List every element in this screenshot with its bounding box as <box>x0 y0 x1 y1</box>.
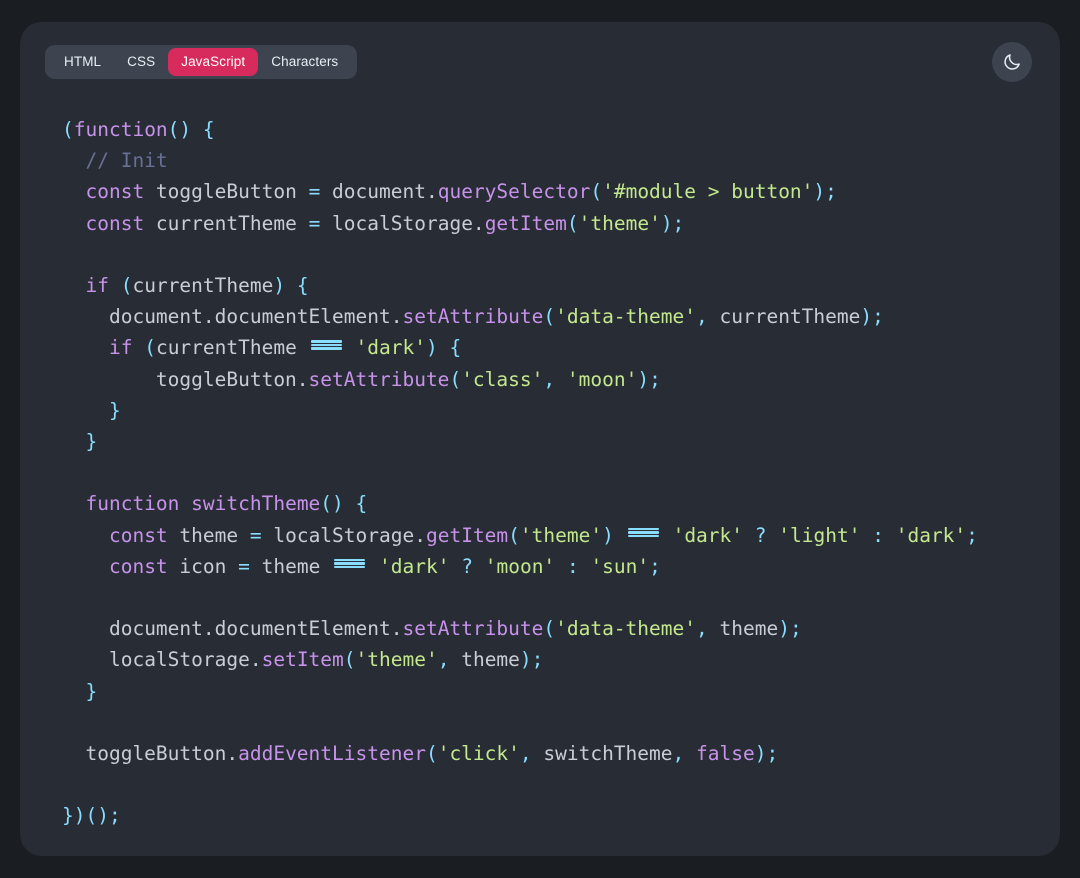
code-line <box>62 586 74 609</box>
code-line: document.documentElement.setAttribute('d… <box>62 617 802 640</box>
language-tab-bar: HTML CSS JavaScript Characters <box>45 45 357 79</box>
code-line <box>62 243 74 266</box>
moon-icon <box>1002 52 1022 72</box>
code-line <box>62 773 74 796</box>
tab-css[interactable]: CSS <box>114 48 168 76</box>
code-block: (function() { // Init const toggleButton… <box>62 114 1060 832</box>
code-line: } <box>62 430 97 453</box>
theme-toggle-button[interactable] <box>992 42 1032 82</box>
code-line: if (currentTheme 'dark') { <box>62 336 461 359</box>
code-line: toggleButton.addEventListener('click', s… <box>62 742 778 765</box>
code-line: const theme = localStorage.getItem('them… <box>62 524 978 547</box>
code-line: (function() { <box>62 118 215 141</box>
code-line <box>62 461 74 484</box>
strict-equals-ligature <box>626 522 661 542</box>
code-editor-card: HTML CSS JavaScript Characters (function… <box>20 22 1060 856</box>
tab-characters[interactable]: Characters <box>258 48 351 76</box>
code-line: function switchTheme() { <box>62 492 367 515</box>
code-line: } <box>62 680 97 703</box>
strict-equals-ligature <box>332 553 367 573</box>
code-viewport[interactable]: (function() { // Init const toggleButton… <box>20 114 1060 836</box>
tab-javascript[interactable]: JavaScript <box>168 48 258 76</box>
code-line <box>62 711 74 734</box>
code-line: if (currentTheme) { <box>62 274 309 297</box>
code-line: } <box>62 399 121 422</box>
editor-toolbar: HTML CSS JavaScript Characters <box>20 22 1060 122</box>
code-line: document.documentElement.setAttribute('d… <box>62 305 884 328</box>
code-line: // Init <box>62 149 168 172</box>
code-line: const toggleButton = document.querySelec… <box>62 180 837 203</box>
code-line: toggleButton.setAttribute('class', 'moon… <box>62 368 661 391</box>
strict-equals-ligature <box>309 335 344 355</box>
tab-html[interactable]: HTML <box>51 48 114 76</box>
code-line: })(); <box>62 804 121 827</box>
code-line: const icon = theme 'dark' ? 'moon' : 'su… <box>62 555 661 578</box>
code-line: const currentTheme = localStorage.getIte… <box>62 212 684 235</box>
code-line: localStorage.setItem('theme', theme); <box>62 648 543 671</box>
